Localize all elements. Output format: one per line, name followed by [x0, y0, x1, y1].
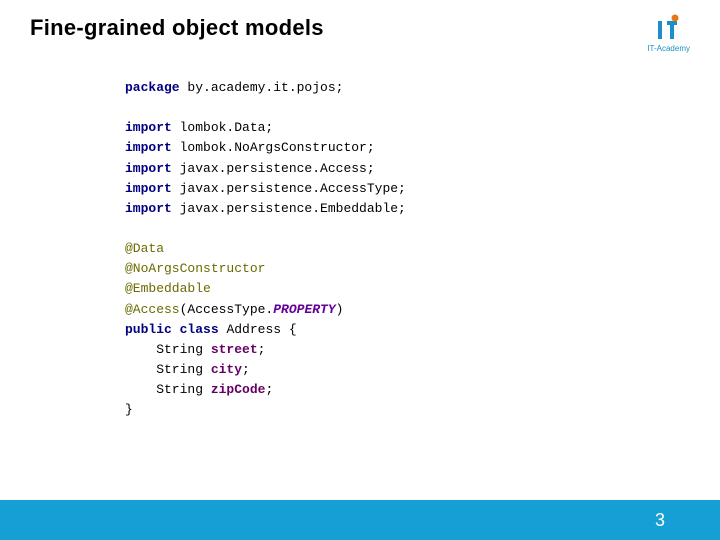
logo-icon: [655, 13, 683, 43]
page-number: 3: [655, 510, 665, 531]
logo-text: IT-Academy: [647, 44, 690, 53]
blank-line: [125, 98, 720, 118]
blank-line: [125, 219, 720, 239]
code-line: String city;: [125, 360, 720, 380]
code-line: @Data: [125, 239, 720, 259]
code-line: import lombok.Data;: [125, 118, 720, 138]
code-line: import javax.persistence.Embeddable;: [125, 199, 720, 219]
code-line: }: [125, 400, 720, 420]
code-line: @Embeddable: [125, 279, 720, 299]
code-line: @Access(AccessType.PROPERTY): [125, 300, 720, 320]
code-line: import javax.persistence.Access;: [125, 159, 720, 179]
footer-bar: 3: [0, 500, 720, 540]
code-line: @NoArgsConstructor: [125, 259, 720, 279]
it-academy-logo: IT-Academy: [647, 13, 690, 53]
slide-title: Fine-grained object models: [30, 15, 324, 41]
code-line: package by.academy.it.pojos;: [125, 78, 720, 98]
code-line: String zipCode;: [125, 380, 720, 400]
code-line: public class Address {: [125, 320, 720, 340]
code-line: String street;: [125, 340, 720, 360]
code-line: import lombok.NoArgsConstructor;: [125, 138, 720, 158]
code-block: package by.academy.it.pojos; import lomb…: [0, 53, 720, 420]
code-line: import javax.persistence.AccessType;: [125, 179, 720, 199]
